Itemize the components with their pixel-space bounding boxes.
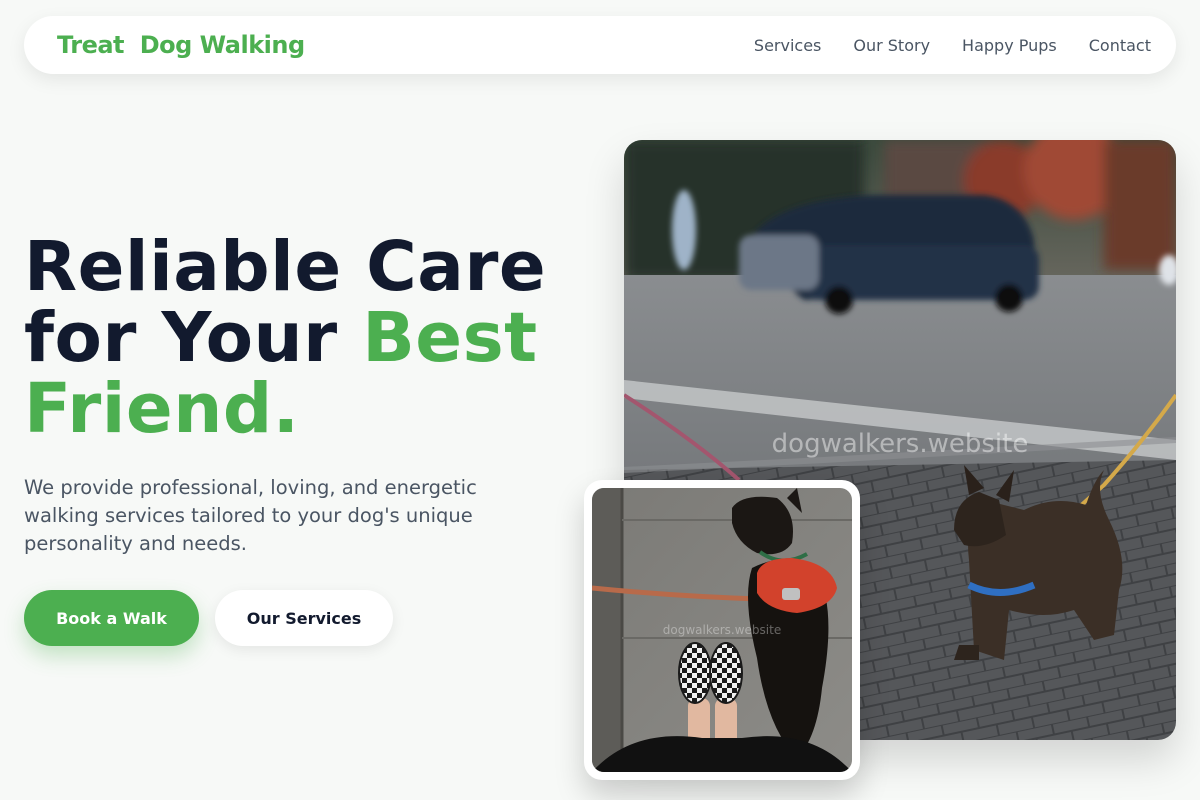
- brand-logo[interactable]: Treat Dog Walking: [57, 31, 305, 59]
- our-services-button[interactable]: Our Services: [215, 590, 393, 646]
- main-photo-watermark: dogwalkers.website: [772, 429, 1029, 459]
- nav-link-our-story[interactable]: Our Story: [853, 36, 930, 55]
- nav-links: Services Our Story Happy Pups Contact: [754, 36, 1151, 55]
- headline-accent-best: Best: [362, 298, 538, 378]
- hero-small-photo-frame: dogwalkers.website: [584, 480, 860, 780]
- hero-small-photo: dogwalkers.website: [592, 488, 852, 772]
- nav-link-contact[interactable]: Contact: [1089, 36, 1151, 55]
- nav-link-services[interactable]: Services: [754, 36, 821, 55]
- top-navbar: Treat Dog Walking Services Our Story Hap…: [24, 16, 1176, 74]
- hero-description: We provide professional, loving, and ene…: [24, 476, 477, 555]
- headline-line-2-prefix: for Your: [24, 298, 363, 378]
- nav-link-happy-pups[interactable]: Happy Pups: [962, 36, 1057, 55]
- small-photo-watermark: dogwalkers.website: [663, 623, 781, 637]
- headline-line-1: Reliable Care: [24, 227, 547, 307]
- book-a-walk-button[interactable]: Book a Walk: [24, 590, 199, 646]
- headline-accent-friend: Friend.: [24, 369, 300, 449]
- dog-in-harness-sidewalk-photo: dogwalkers.website: [592, 488, 852, 772]
- hero-headline: Reliable Care for Your Best Friend.: [24, 232, 546, 445]
